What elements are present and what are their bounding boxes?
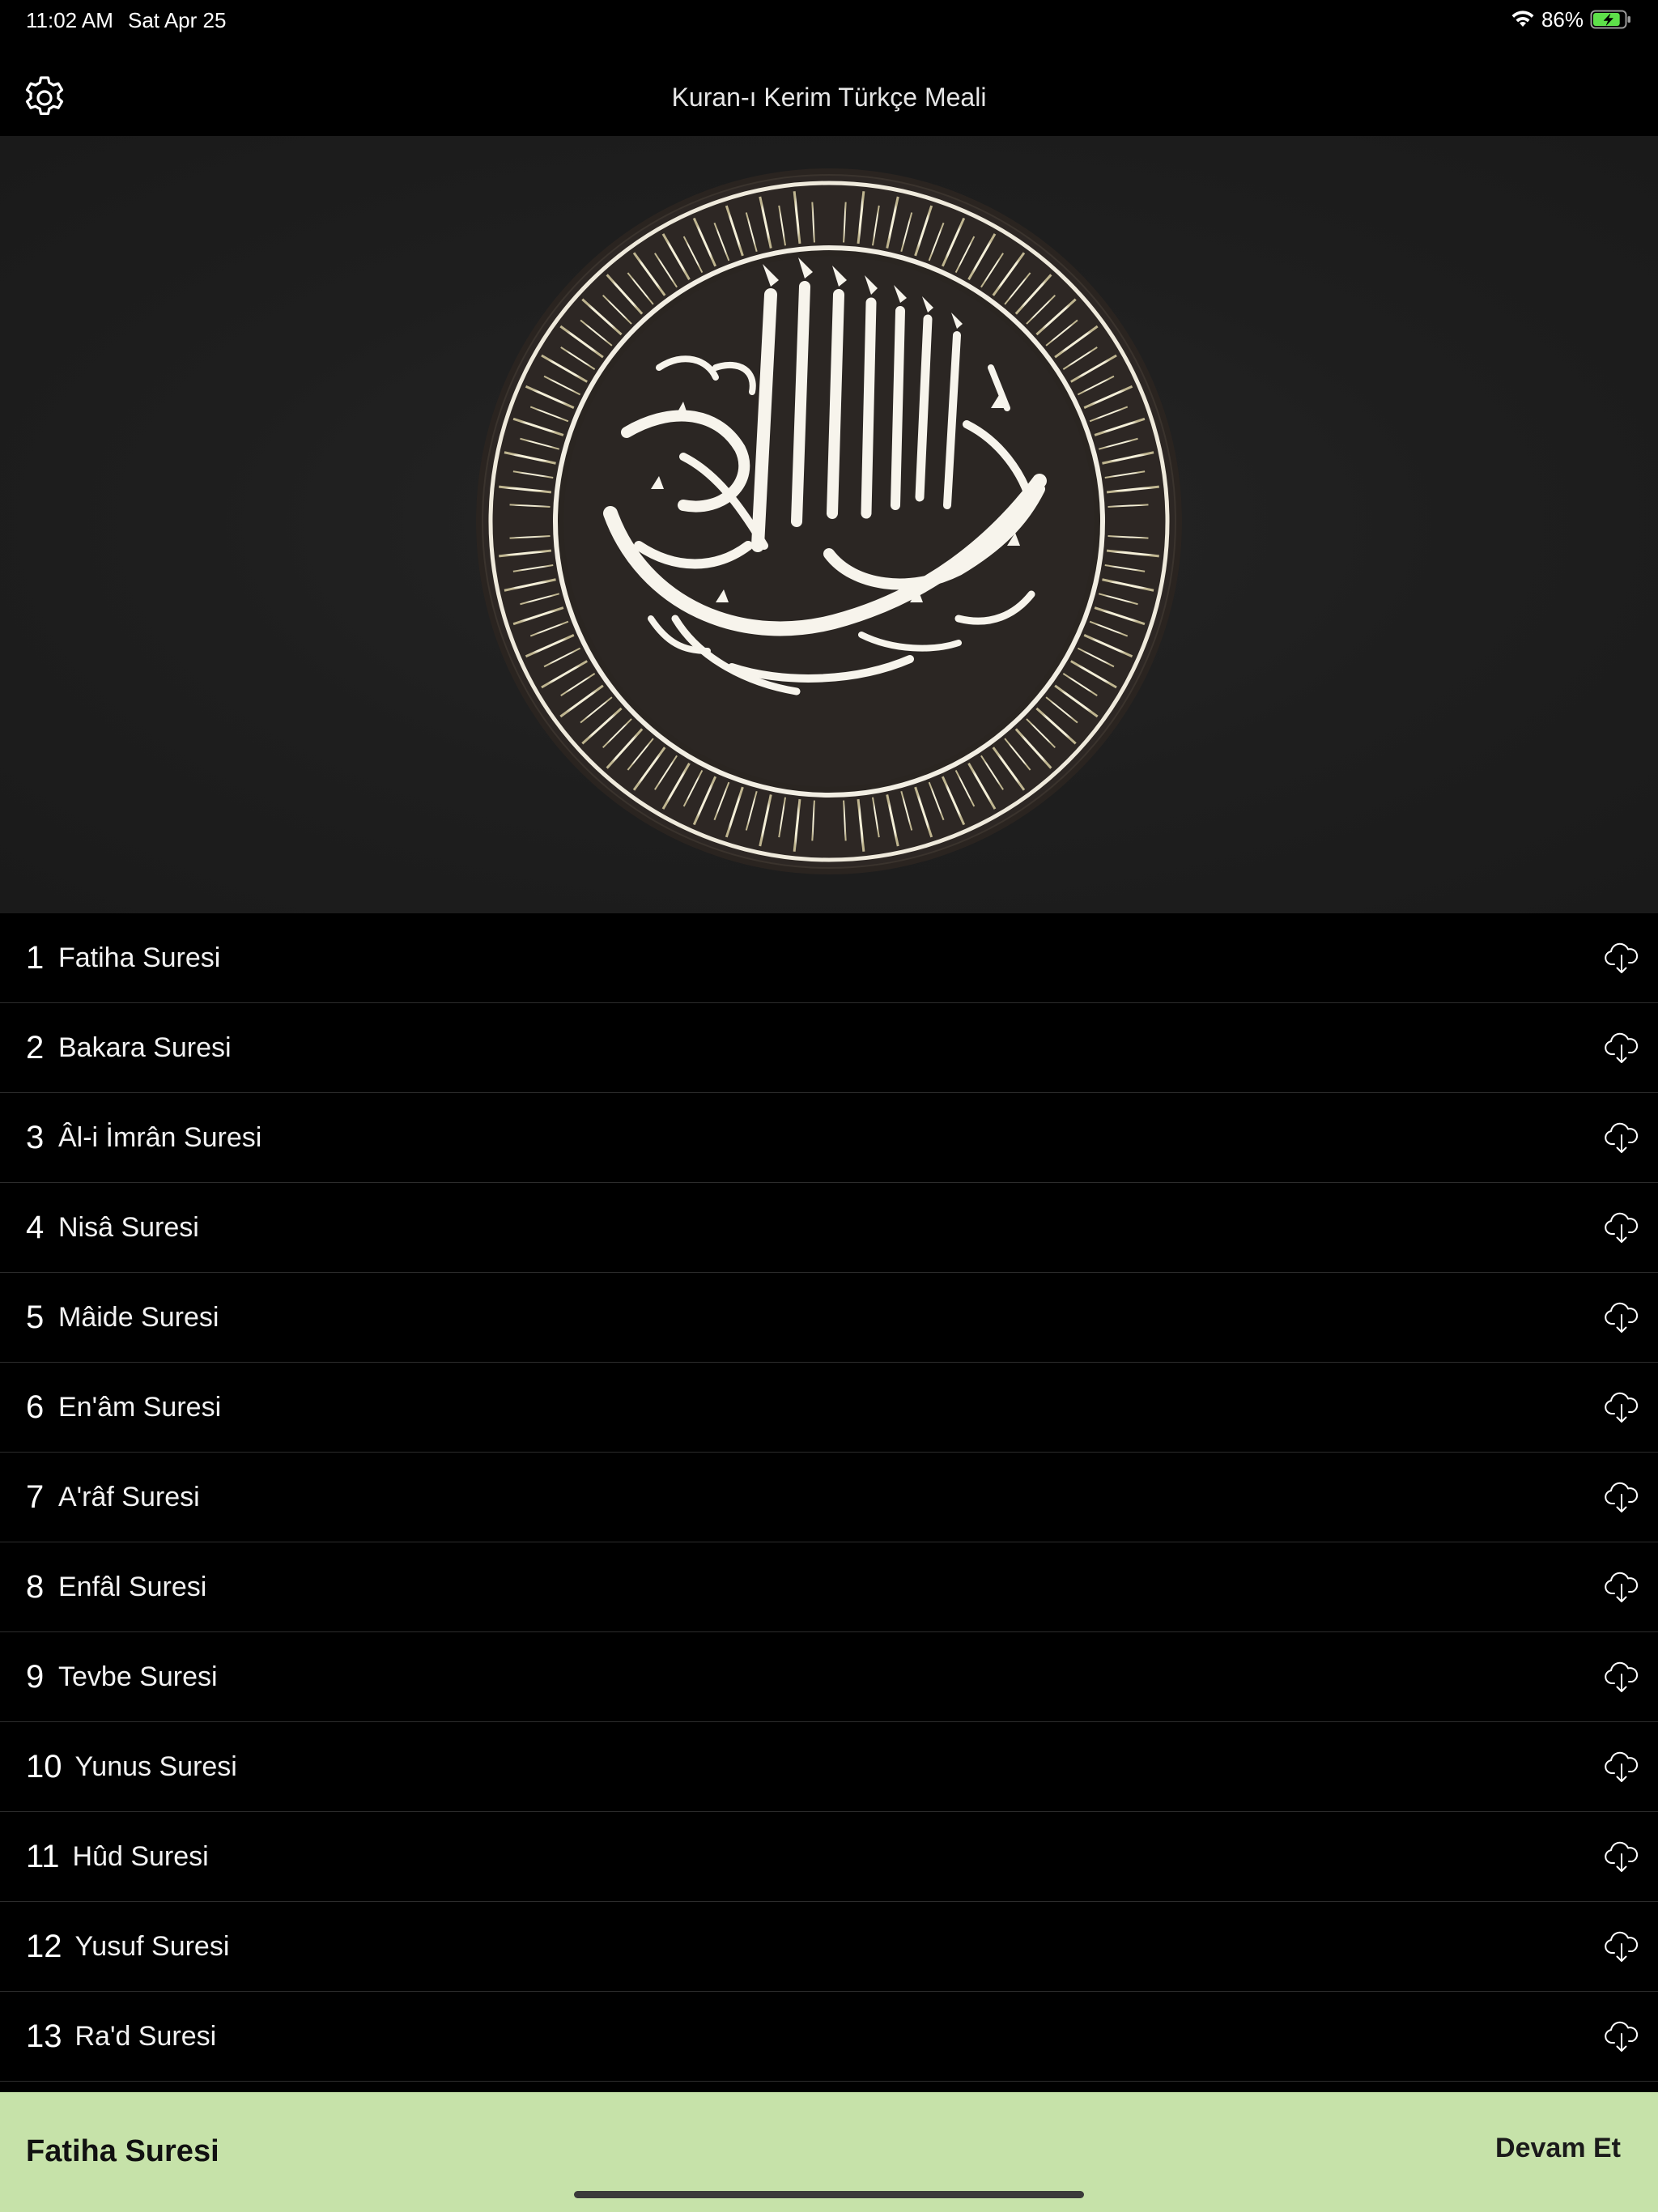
sura-number: 10 xyxy=(26,1748,62,1784)
sura-row[interactable]: 13 Ra'd Suresi xyxy=(0,1992,1658,2082)
cloud-download-icon[interactable] xyxy=(1603,1659,1640,1695)
battery-percent: 86% xyxy=(1541,6,1584,32)
status-time: 11:02 AM xyxy=(26,8,113,32)
sura-name: Bakara Suresi xyxy=(58,1032,232,1063)
sura-name: Fatiha Suresi xyxy=(58,942,221,973)
sura-number: 8 xyxy=(26,1568,45,1605)
sura-row[interactable]: 5 Mâide Suresi xyxy=(0,1273,1658,1363)
sura-name: Yusuf Suresi xyxy=(74,1930,230,1962)
sura-row[interactable]: 2 Bakara Suresi xyxy=(0,1003,1658,1093)
sura-row[interactable]: 4 Nisâ Suresi xyxy=(0,1183,1658,1273)
sura-row[interactable]: 11 Hûd Suresi xyxy=(0,1812,1658,1902)
cloud-download-icon[interactable] xyxy=(1603,1120,1640,1155)
sura-number: 7 xyxy=(26,1478,45,1515)
sura-name: Ra'd Suresi xyxy=(74,2020,217,2052)
status-bar: 11:02 AM Sat Apr 25 86% xyxy=(0,0,1658,39)
sura-list: 1 Fatiha Suresi 2 Bakara Suresi 3 Âl-i İmrân … xyxy=(0,913,1658,2082)
cloud-download-icon[interactable] xyxy=(1603,1749,1640,1784)
sura-name: Mâide Suresi xyxy=(58,1301,219,1333)
sura-name: Yunus Suresi xyxy=(74,1750,237,1782)
sura-name: A'râf Suresi xyxy=(58,1481,200,1512)
sura-row[interactable]: 7 A'râf Suresi xyxy=(0,1453,1658,1542)
current-sura-label: Fatiha Suresi xyxy=(26,2134,219,2168)
sura-row[interactable]: 1 Fatiha Suresi xyxy=(0,913,1658,1003)
home-indicator[interactable] xyxy=(574,2191,1084,2198)
hero-banner xyxy=(0,136,1658,913)
sura-number: 11 xyxy=(26,1838,60,1874)
navigation-bar: Kuran-ı Kerim Türkçe Meali xyxy=(0,39,1658,136)
cloud-download-icon[interactable] xyxy=(1603,1479,1640,1515)
cloud-download-icon[interactable] xyxy=(1603,1569,1640,1605)
sura-row[interactable]: 6 En'âm Suresi xyxy=(0,1363,1658,1453)
sura-row[interactable]: 12 Yusuf Suresi xyxy=(0,1902,1658,1992)
sura-name: Tevbe Suresi xyxy=(58,1661,218,1692)
cloud-download-icon[interactable] xyxy=(1603,2018,1640,2054)
sura-row[interactable]: 3 Âl-i İmrân Suresi xyxy=(0,1093,1658,1183)
app-screen: 11:02 AM Sat Apr 25 86% Kuran-ı Kerim Tü… xyxy=(0,0,1658,2212)
sura-row[interactable]: 9 Tevbe Suresi xyxy=(0,1632,1658,1722)
continue-button[interactable]: Devam Et xyxy=(1495,2133,1621,2164)
status-indicators: 86% xyxy=(1511,6,1632,32)
page-title: Kuran-ı Kerim Türkçe Meali xyxy=(671,83,987,112)
sura-number: 4 xyxy=(26,1209,45,1245)
sura-row[interactable]: 8 Enfâl Suresi xyxy=(0,1542,1658,1632)
sura-row[interactable]: 10 Yunus Suresi xyxy=(0,1722,1658,1812)
sura-number: 3 xyxy=(26,1119,45,1155)
cloud-download-icon[interactable] xyxy=(1603,940,1640,976)
sura-name: Nisâ Suresi xyxy=(58,1211,199,1243)
status-date: Sat Apr 25 xyxy=(128,8,227,32)
cloud-download-icon[interactable] xyxy=(1603,1389,1640,1425)
sura-number: 9 xyxy=(26,1658,45,1695)
sura-number: 1 xyxy=(26,939,45,976)
cloud-download-icon[interactable] xyxy=(1603,1210,1640,1245)
sura-number: 5 xyxy=(26,1299,45,1335)
sura-name: Enfâl Suresi xyxy=(58,1571,207,1602)
wifi-icon xyxy=(1511,11,1534,27)
bismillah-medallion-image xyxy=(476,168,1182,874)
sura-name: Hûd Suresi xyxy=(72,1840,209,1872)
sura-name: Âl-i İmrân Suresi xyxy=(58,1121,262,1153)
cloud-download-icon[interactable] xyxy=(1603,1929,1640,1964)
sura-number: 6 xyxy=(26,1389,45,1425)
battery-charging-icon xyxy=(1590,10,1630,29)
sura-number: 12 xyxy=(26,1928,62,1964)
sura-number: 2 xyxy=(26,1029,45,1066)
cloud-download-icon[interactable] xyxy=(1603,1300,1640,1335)
sura-number: 13 xyxy=(26,2018,62,2054)
cloud-download-icon[interactable] xyxy=(1603,1030,1640,1066)
sura-name: En'âm Suresi xyxy=(58,1391,222,1423)
cloud-download-icon[interactable] xyxy=(1603,1839,1640,1874)
